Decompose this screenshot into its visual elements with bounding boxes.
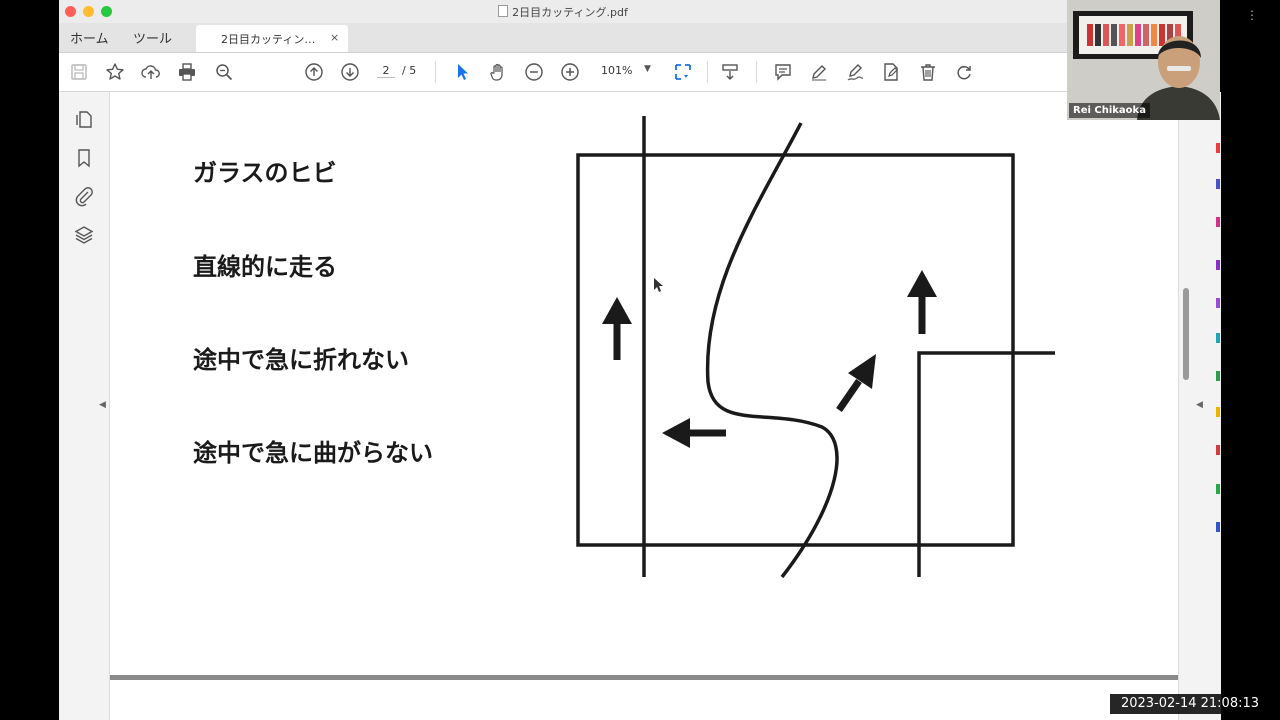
tool-shortcut-icon[interactable]	[1216, 143, 1220, 153]
save-icon[interactable]	[68, 61, 90, 83]
tool-shortcut-icon[interactable]	[1216, 484, 1220, 494]
vertical-scrollbar[interactable]	[1183, 288, 1189, 380]
tool-shortcut-icon[interactable]	[1216, 522, 1220, 532]
webcam-video: Rei Chikaoka	[1067, 0, 1220, 120]
zoom-out-icon[interactable]	[523, 61, 545, 83]
bookmark-icon[interactable]	[73, 147, 95, 169]
window-title: 2日目カッティング.pdf	[59, 4, 1067, 20]
sign-icon[interactable]	[844, 61, 866, 83]
tab-tools[interactable]: ツール	[133, 28, 172, 47]
right-tools-panel: ◀	[1178, 92, 1221, 720]
select-arrow-icon[interactable]	[451, 61, 473, 83]
arrow-diagonal	[836, 354, 876, 412]
document-viewer[interactable]: ガラスのヒビ 直線的に走る 途中で急に折れない 途中で急に曲がらない	[110, 92, 1178, 720]
tool-shortcut-icon[interactable]	[1216, 371, 1220, 381]
tool-shortcut-icon[interactable]	[1216, 179, 1220, 189]
tool-shortcut-icon[interactable]	[1216, 260, 1220, 270]
tab-bar: ホーム ツール 2日目カッティン… ×	[59, 23, 1067, 53]
arrow-up-right	[907, 270, 937, 334]
pdf-file-icon	[498, 5, 509, 17]
recording-timestamp: 2023-02-14 21:08:13	[1110, 694, 1270, 714]
pdf-page: ガラスのヒビ 直線的に走る 途中で急に折れない 途中で急に曲がらない	[110, 92, 1178, 675]
collapse-left-panel-icon[interactable]: ◀	[99, 400, 106, 410]
tab-home[interactable]: ホーム	[70, 28, 109, 47]
arrow-up-left	[602, 297, 632, 360]
toolbar: 2 / 5 101% ▼	[59, 53, 1067, 92]
toolbar-divider	[707, 61, 708, 83]
expand-right-panel-icon[interactable]: ◀	[1196, 400, 1203, 410]
edit-pdf-icon[interactable]	[880, 61, 902, 83]
left-nav-panel: ◀	[59, 92, 110, 720]
comment-icon[interactable]	[772, 61, 794, 83]
toolbar-divider	[756, 61, 757, 83]
cloud-upload-icon[interactable]	[140, 61, 162, 83]
zoom-dropdown-icon[interactable]: ▼	[644, 64, 651, 74]
tab-document[interactable]: 2日目カッティン… ×	[196, 25, 348, 52]
title-bar: 2日目カッティング.pdf	[59, 0, 1067, 24]
mouse-cursor-icon	[654, 278, 663, 292]
layers-icon[interactable]	[73, 224, 95, 246]
tool-shortcut-icon[interactable]	[1216, 217, 1220, 227]
page-up-icon[interactable]	[303, 61, 325, 83]
pdf-page-next	[110, 680, 1178, 720]
close-tab-button[interactable]: ×	[330, 31, 339, 44]
page-down-icon[interactable]	[339, 61, 361, 83]
tool-shortcut-icon[interactable]	[1216, 445, 1220, 455]
participant-video-feed	[1067, 0, 1220, 120]
delete-icon[interactable]	[917, 61, 939, 83]
page-total: / 5	[402, 64, 417, 77]
curved-crack-line	[705, 122, 839, 579]
tab-document-label: 2日目カッティン…	[221, 33, 316, 46]
zoom-in-icon[interactable]	[559, 61, 581, 83]
scroll-mode-icon[interactable]	[719, 61, 741, 83]
print-icon[interactable]	[176, 61, 198, 83]
participant-name: Rei Chikaoka	[1069, 103, 1150, 118]
tool-shortcut-icon[interactable]	[1216, 333, 1220, 343]
attachment-icon[interactable]	[73, 185, 95, 207]
more-options-icon[interactable]: ⋮	[1246, 8, 1258, 22]
bookmark-star-icon[interactable]	[104, 61, 126, 83]
arrow-left	[662, 418, 726, 448]
fit-page-icon[interactable]	[672, 61, 694, 83]
tool-shortcut-icon[interactable]	[1216, 407, 1220, 417]
pages-icon[interactable]	[73, 108, 95, 130]
zoom-search-icon[interactable]	[213, 61, 235, 83]
tool-shortcut-icon[interactable]	[1216, 298, 1220, 308]
hand-icon[interactable]	[487, 61, 509, 83]
highlight-pen-icon[interactable]	[808, 61, 830, 83]
page-number-input[interactable]: 2	[377, 64, 395, 78]
rotate-icon[interactable]	[953, 61, 975, 83]
glass-crack-diagram	[576, 116, 1055, 579]
toolbar-divider	[435, 61, 436, 83]
